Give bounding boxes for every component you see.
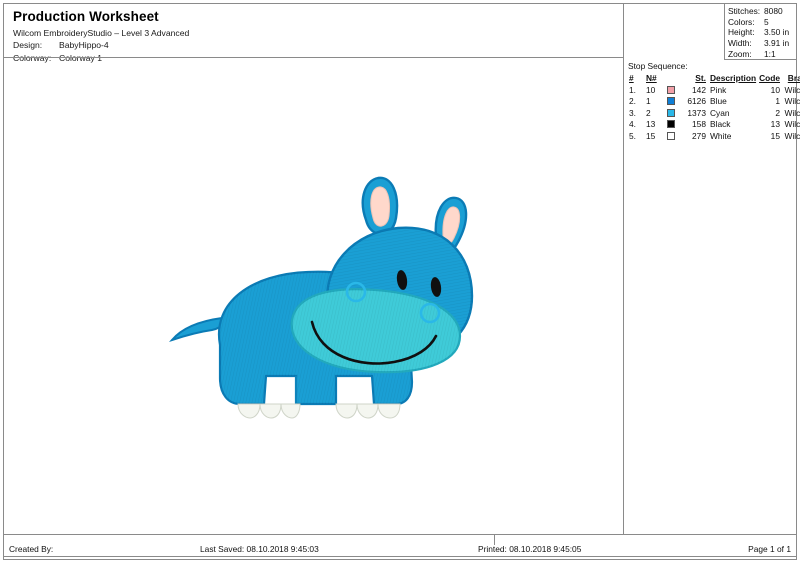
table-row: 1. 10 142 Pink 10 Wilcom (628, 85, 800, 97)
col-index: # (629, 73, 634, 83)
row-brand: Wilcom (784, 130, 800, 141)
info-stitches: Stitches: 8080 (728, 6, 796, 17)
zoom-label: Zoom: (728, 48, 752, 59)
row-code: 1 (775, 96, 780, 106)
row-code: 13 (770, 119, 780, 129)
table-row: 5. 15 279 White 15 Wilcom (628, 131, 800, 143)
row-description: White (710, 130, 732, 141)
stitches-value: 8080 (764, 6, 783, 16)
row-needle: 10 (646, 84, 656, 95)
footer-divider-bottom (4, 556, 797, 557)
row-index: 4. (629, 119, 636, 129)
info-colors: Colors: 5 (728, 17, 796, 28)
design-value: BabyHippo-4 (59, 40, 109, 50)
row-swatch-cell (663, 131, 678, 143)
footer-page-number: Page 1 of 1 (748, 544, 791, 554)
row-needle: 15 (646, 130, 656, 141)
colors-value: 5 (764, 16, 769, 27)
hippo-front-nails (237, 403, 301, 419)
table-row: 3. 2 1373 Cyan 2 Wilcom (628, 108, 800, 120)
hippo-ear-left (361, 176, 399, 236)
page-title: Production Worksheet (13, 9, 159, 24)
design-row: Design: BabyHippo-4 (13, 39, 623, 52)
design-label: Design: (13, 40, 43, 50)
table-header-row: # N# St. Description Code Brand (628, 73, 800, 85)
row-needle: 13 (646, 119, 656, 129)
design-artwork (160, 170, 480, 450)
row-description: Pink (710, 84, 727, 95)
hippo-hind-nails (335, 403, 401, 419)
footer-last-saved: Last Saved: 08.10.2018 9:45:03 (200, 544, 319, 554)
info-width: Width: 3.91 in (728, 38, 796, 49)
color-swatch (666, 120, 675, 128)
row-index: 1. (629, 84, 636, 95)
zoom-value: 1:1 (764, 48, 776, 59)
row-swatch-cell (663, 108, 678, 120)
row-swatch-cell (663, 85, 678, 97)
stop-sequence-table: # N# St. Description Code Brand 1. 10 142 P… (628, 73, 800, 142)
row-stitches: 279 (692, 130, 706, 141)
row-stitches: 1373 (687, 107, 706, 118)
footer-bar: Created By: Last Saved: 08.10.2018 9:45:… (4, 542, 797, 556)
table-row: 4. 13 158 Black 13 Wilcom (628, 119, 800, 131)
row-index: 3. (629, 107, 636, 118)
footer-divider-top (4, 534, 797, 535)
col-stitches: St. (695, 73, 706, 83)
row-index: 2. (629, 96, 636, 106)
row-stitches: 158 (692, 119, 706, 129)
height-label: Height: (728, 27, 755, 38)
row-needle: 2 (646, 107, 651, 118)
worksheet-page: Production Worksheet Wilcom EmbroiderySt… (0, 0, 800, 563)
footer-created-by: Created By: (9, 544, 54, 554)
row-code: 10 (770, 84, 780, 95)
info-height: Height: 3.50 in (728, 27, 796, 38)
row-swatch-cell (663, 119, 678, 131)
software-name: Wilcom EmbroideryStudio – Level 3 Advanc… (13, 28, 190, 38)
col-brand: Brand (787, 73, 800, 83)
colors-label: Colors: (728, 16, 755, 27)
stop-sequence-panel: Stop Sequence: # N# St. Description Code… (624, 61, 800, 142)
color-swatch (666, 85, 675, 94)
row-code: 2 (775, 107, 780, 118)
col-description: Description (710, 73, 757, 83)
table-row: 2. 1 6126 Blue 1 Wilcom (628, 96, 800, 108)
baby-hippo-illustration (168, 176, 474, 419)
info-zoom: Zoom: 1:1 (728, 49, 796, 60)
row-stitches: 142 (692, 84, 706, 95)
row-needle: 1 (646, 96, 651, 106)
color-swatch (666, 108, 675, 117)
stitches-label: Stitches: (728, 6, 761, 16)
col-swatch (663, 73, 678, 85)
color-swatch (666, 131, 675, 140)
row-brand: Wilcom (784, 96, 800, 106)
width-value: 3.91 in (764, 38, 790, 49)
row-stitches: 6126 (687, 96, 706, 106)
design-info-box: Stitches: 8080 Colors: 5 Height: 3.50 in Wi… (724, 3, 797, 60)
stop-sequence-title: Stop Sequence: (628, 61, 688, 71)
row-description: Cyan (710, 107, 730, 118)
stop-sequence-body: 1.10142Pink10Wilcom2.16126Blue1Wilcom3.2… (628, 85, 800, 143)
row-brand: Wilcom (784, 84, 800, 95)
row-swatch-cell (663, 96, 678, 108)
col-code: Code (759, 73, 780, 83)
col-needle: N# (646, 73, 657, 83)
footer-printed: Printed: 08.10.2018 9:45:05 (478, 544, 582, 554)
row-description: Blue (710, 96, 727, 106)
color-swatch (666, 97, 675, 105)
row-code: 15 (770, 130, 780, 141)
row-brand: Wilcom (784, 107, 800, 118)
header-block: Production Worksheet Wilcom EmbroiderySt… (4, 4, 623, 63)
row-brand: Wilcom (784, 119, 800, 129)
width-label: Width: (728, 38, 752, 49)
row-index: 5. (629, 130, 636, 141)
row-description: Black (710, 119, 731, 129)
header-divider (4, 57, 623, 58)
height-value: 3.50 in (764, 27, 790, 38)
